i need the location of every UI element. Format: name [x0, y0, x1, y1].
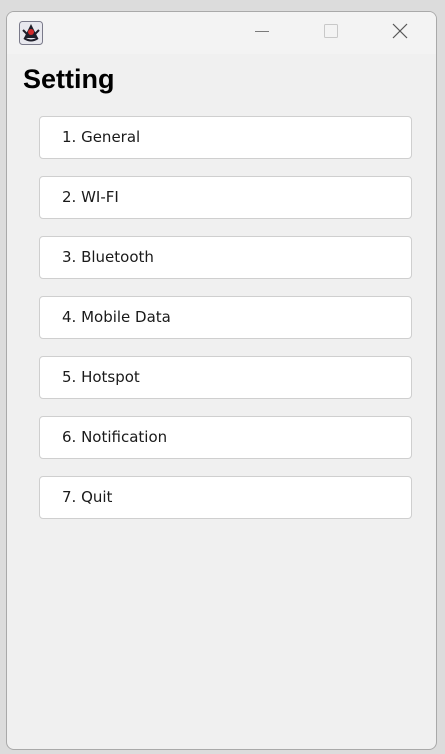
title-bar[interactable]: [7, 12, 436, 54]
settings-menu: 1. General 2. WI-FI 3. Bluetooth 4. Mobi…: [39, 116, 412, 536]
wifi-button[interactable]: 2. WI-FI: [39, 176, 412, 219]
minimize-button[interactable]: [239, 12, 285, 54]
app-window: Setting 1. General 2. WI-FI 3. Bluetooth…: [6, 11, 437, 750]
bluetooth-button[interactable]: 3. Bluetooth: [39, 236, 412, 279]
close-icon: [391, 22, 409, 45]
general-button[interactable]: 1. General: [39, 116, 412, 159]
hotspot-button[interactable]: 5. Hotspot: [39, 356, 412, 399]
page-title: Setting: [23, 64, 115, 94]
notification-button[interactable]: 6. Notification: [39, 416, 412, 459]
close-button[interactable]: [377, 12, 423, 54]
minimize-icon: [254, 23, 270, 44]
java-duke-icon[interactable]: [19, 21, 43, 45]
mobile-data-button[interactable]: 4. Mobile Data: [39, 296, 412, 339]
maximize-icon: [323, 23, 339, 44]
maximize-button[interactable]: [308, 12, 354, 54]
quit-button[interactable]: 7. Quit: [39, 476, 412, 519]
